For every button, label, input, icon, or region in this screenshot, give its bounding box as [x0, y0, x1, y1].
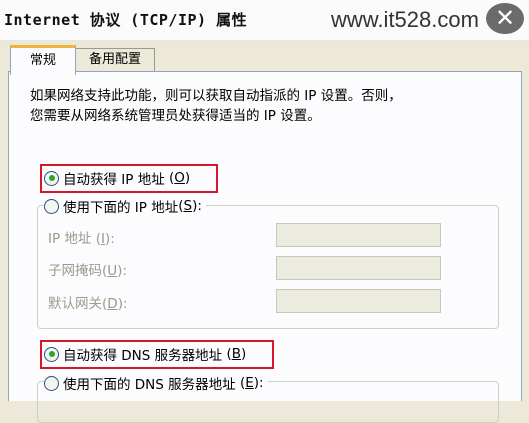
description-text: 如果网络支持此功能，则可以获取自动指派的 IP 设置。否则， 您需要从网络系统管… [30, 86, 510, 126]
description-line-2: 您需要从网络系统管理员处获得适当的 IP 设置。 [30, 108, 321, 124]
manual-ip-label: 使用下面的 IP 地址 [63, 200, 179, 216]
tab-general[interactable]: 常规 [10, 45, 76, 75]
subnet-mask-label: 子网掩码(U): [48, 263, 127, 279]
watermark: www.it528.com [331, 7, 479, 32]
tab-alternate-configuration[interactable]: 备用配置 [75, 48, 155, 72]
ip-address-input[interactable] [276, 223, 441, 247]
ip-address-label: IP 地址 (I): [48, 231, 115, 247]
description-line-1: 如果网络支持此功能，则可以获取自动指派的 IP 设置。否则， [30, 88, 402, 104]
auto-dns-label: 自动获得 DNS 服务器地址 [63, 348, 223, 364]
radio-selected-icon [44, 346, 59, 362]
subnet-mask-input[interactable] [276, 256, 441, 280]
title-bar: Internet 协议 (TCP/IP) 属性 www.it528.com ✕ [0, 0, 529, 41]
auto-dns-radio[interactable]: 自动获得 DNS 服务器地址 (B) [44, 344, 246, 364]
radio-unselected-icon [44, 198, 59, 214]
window-title: Internet 协议 (TCP/IP) 属性 [4, 11, 248, 29]
auto-ip-label: 自动获得 IP 地址 [63, 172, 165, 188]
manual-dns-hotkey-text: (E): [235, 375, 264, 391]
tab-bar: 常规 备用配置 [0, 40, 529, 75]
auto-ip-radio[interactable]: 自动获得 IP 地址 (O) [44, 168, 190, 188]
default-gateway-input[interactable] [276, 289, 441, 313]
default-gateway-label: 默认网关(D): [48, 296, 128, 312]
manual-ip-hotkey-text: (S): [178, 198, 202, 214]
radio-unselected-icon [44, 375, 59, 391]
manual-ip-radio[interactable]: 使用下面的 IP 地址 (S): [44, 196, 206, 216]
manual-dns-label: 使用下面的 DNS 服务器地址 [63, 377, 236, 393]
close-button[interactable]: ✕ [486, 3, 524, 34]
auto-ip-hotkey-text: (O) [164, 170, 191, 186]
manual-dns-radio[interactable]: 使用下面的 DNS 服务器地址 (E): [44, 373, 268, 393]
auto-dns-hotkey-text: (B) [222, 346, 247, 362]
radio-selected-icon [44, 170, 59, 186]
